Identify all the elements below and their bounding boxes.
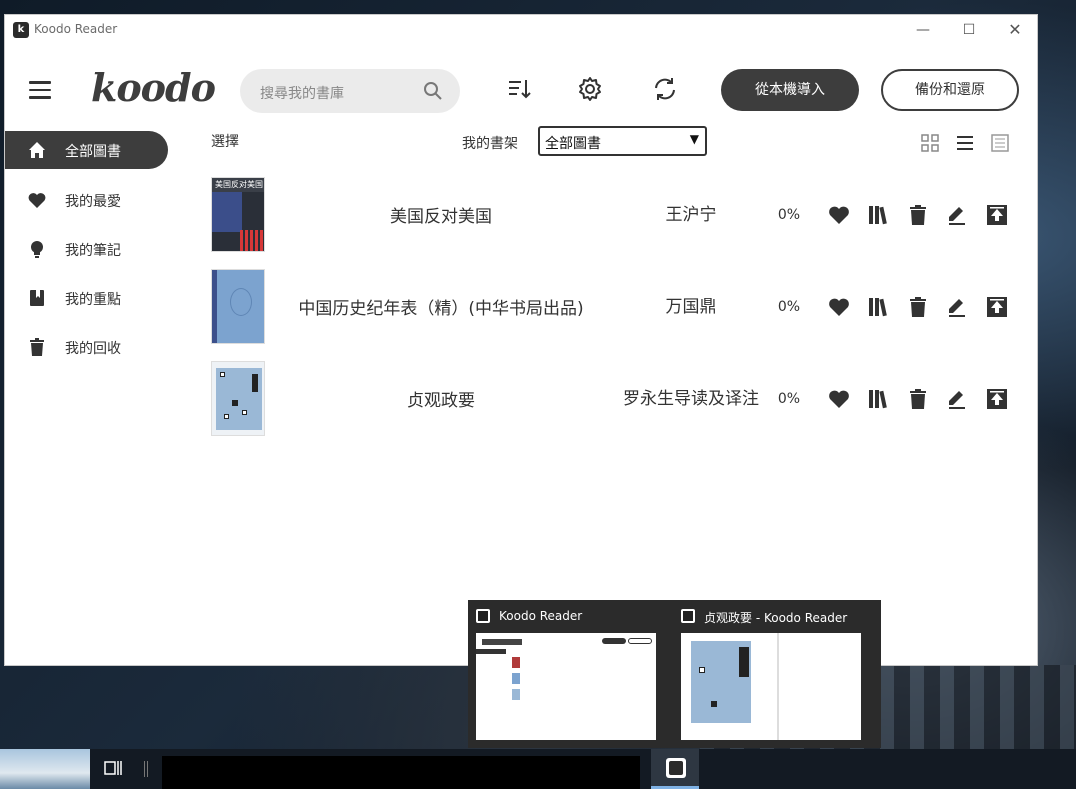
heart-icon[interactable] (827, 387, 851, 411)
search-input[interactable]: 搜尋我的書庫 (240, 69, 460, 113)
chevron-down-icon: ▼ (689, 132, 699, 146)
trash-icon[interactable] (906, 387, 930, 411)
trash-icon[interactable] (906, 203, 930, 227)
edit-icon[interactable] (945, 295, 969, 319)
sort-icon[interactable] (505, 75, 533, 103)
sidebar-item-favorites[interactable]: 我的最愛 (5, 181, 168, 219)
book-title[interactable]: 贞观政要 (281, 361, 601, 436)
shelf-select-value: 全部圖書 (545, 136, 601, 152)
maximize-button[interactable]: ☐ (946, 19, 992, 41)
book-cover[interactable]: 美国反对美国 (211, 177, 265, 252)
trash-icon (30, 338, 44, 356)
app-icon (681, 609, 695, 623)
export-icon[interactable] (985, 295, 1009, 319)
add-to-shelf-icon[interactable] (867, 295, 891, 319)
taskbar-koodo-reader[interactable] (651, 749, 699, 789)
title-bar[interactable]: k Koodo Reader — ☐ ✕ (5, 15, 1037, 45)
sidebar-item-all-books[interactable]: 全部圖書 (5, 131, 168, 169)
add-to-shelf-icon[interactable] (867, 387, 891, 411)
close-button[interactable]: ✕ (992, 19, 1038, 41)
desktop-thumbnail[interactable] (0, 749, 90, 789)
grid-view-icon[interactable] (920, 133, 940, 153)
taskbar-preview-flyout: Koodo Reader 贞观政要 - Koodo Reader (468, 600, 881, 748)
book-row[interactable]: 中国历史纪年表（精）(中华书局出品) 万国鼎 0% (211, 269, 1021, 349)
task-view-icon[interactable] (104, 759, 122, 777)
windows-taskbar (0, 749, 1076, 789)
book-author: 万国鼎 (665, 296, 717, 317)
edit-icon[interactable] (945, 203, 969, 227)
search-placeholder: 搜尋我的書庫 (260, 86, 344, 102)
book-progress: 0% (777, 206, 801, 223)
select-mode-link[interactable]: 選擇 (211, 131, 239, 151)
add-to-shelf-icon[interactable] (867, 203, 891, 227)
bookmark-book-icon (30, 290, 44, 306)
cover-view-icon[interactable] (990, 133, 1010, 153)
book-row[interactable]: 美国反对美国 美国反对美国 王沪宁 0% (211, 177, 1021, 257)
cover-title-text: 美国反对美国 (212, 178, 264, 192)
book-cover[interactable] (211, 361, 265, 436)
shelf-select[interactable]: 全部圖書 ▼ (538, 126, 707, 156)
preview-window-library[interactable]: Koodo Reader (468, 600, 668, 748)
sidebar-item-notes[interactable]: 我的筆記 (5, 230, 168, 268)
book-author: 王沪宁 (665, 204, 717, 225)
koodo-app-icon (666, 758, 686, 778)
book-author: 罗永生导读及译注 (623, 388, 759, 409)
list-view-icon[interactable] (955, 133, 975, 153)
book-cover[interactable] (211, 269, 265, 344)
sync-icon[interactable] (651, 75, 679, 103)
export-icon[interactable] (985, 387, 1009, 411)
book-progress: 0% (777, 390, 801, 407)
sidebar-item-label: 全部圖書 (65, 144, 121, 160)
edit-icon[interactable] (945, 387, 969, 411)
preview-window-reader[interactable]: 贞观政要 - Koodo Reader (673, 600, 873, 748)
export-icon[interactable] (985, 203, 1009, 227)
shelf-label: 我的書架 (462, 136, 518, 152)
settings-gear-icon[interactable] (576, 75, 604, 103)
book-title[interactable]: 美国反对美国 (281, 177, 601, 252)
preview-thumbnail (681, 633, 861, 740)
sidebar-item-highlights[interactable]: 我的重點 (5, 279, 168, 317)
book-title[interactable]: 中国历史纪年表（精）(中华书局出品) (281, 269, 601, 344)
sidebar-item-label: 我的重點 (65, 292, 121, 308)
window-title: Koodo Reader (34, 22, 118, 36)
bulb-icon (31, 241, 43, 258)
backup-restore-button[interactable]: 備份和還原 (881, 69, 1019, 111)
app-icon (476, 609, 490, 623)
menu-icon[interactable] (29, 81, 51, 99)
sidebar-item-label: 我的最愛 (65, 194, 121, 210)
book-progress: 0% (777, 298, 801, 315)
home-icon (29, 142, 45, 158)
koodo-logo: koodo (91, 65, 216, 110)
preview-title: 贞观政要 - Koodo Reader (704, 611, 848, 625)
import-local-button[interactable]: 從本機導入 (721, 69, 859, 111)
search-icon[interactable] (423, 81, 443, 101)
app-icon: k (13, 22, 29, 38)
preview-thumbnail (476, 633, 656, 740)
heart-icon[interactable] (827, 203, 851, 227)
preview-title: Koodo Reader (499, 609, 583, 623)
sidebar-item-label: 我的回收 (65, 341, 121, 357)
taskbar-separator (144, 761, 148, 777)
koodo-reader-window: k Koodo Reader — ☐ ✕ koodo 搜尋我的書庫 從本機導入 … (4, 14, 1038, 666)
minimize-button[interactable]: — (900, 19, 946, 41)
sidebar-item-trash[interactable]: 我的回收 (5, 328, 168, 366)
heart-icon (28, 193, 46, 208)
taskbar-search-box[interactable] (162, 756, 640, 789)
heart-icon[interactable] (827, 295, 851, 319)
book-row[interactable]: 贞观政要 罗永生导读及译注 0% (211, 361, 1021, 441)
trash-icon[interactable] (906, 295, 930, 319)
sidebar-item-label: 我的筆記 (65, 243, 121, 259)
